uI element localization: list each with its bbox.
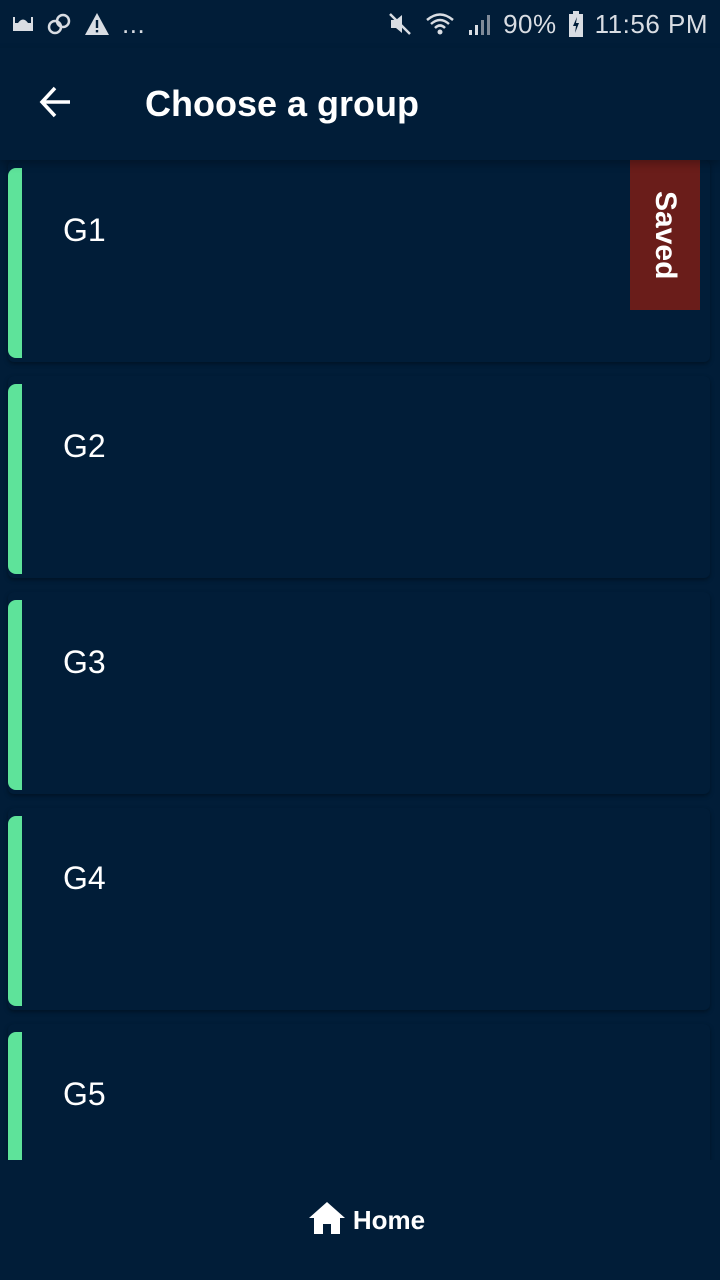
group-list: G1 Saved G2 G3 G4 G5 [0,160,720,1160]
page-title: Choose a group [145,83,420,124]
group-card-g3[interactable]: G3 [8,592,710,794]
group-label: G5 [63,1076,106,1112]
mute-icon [387,11,413,37]
status-right: 90% 11:56 PM [387,9,708,40]
arrow-left-icon [38,84,74,125]
saved-badge-label: Saved [649,190,682,280]
screen: ... 90% 11:56 PM Choose a group G1 Saved… [0,0,720,1280]
card-accent-bar [8,600,22,790]
battery-icon [568,11,583,37]
warning-icon [84,12,110,36]
group-label: G1 [63,212,106,248]
link-icon [46,11,72,37]
mosque-icon [12,14,34,34]
group-label: G4 [63,860,106,896]
group-card-g2[interactable]: G2 [8,376,710,578]
card-accent-bar [8,1032,22,1160]
card-accent-bar [8,168,22,358]
app-bar: Choose a group [0,48,720,160]
wifi-icon [425,12,455,36]
back-button[interactable] [0,48,112,160]
card-accent-bar [8,384,22,574]
status-time: 11:56 PM [594,8,708,39]
status-left: ... [12,9,145,40]
status-bar: ... 90% 11:56 PM [0,0,720,48]
battery-percent: 90% [503,8,557,39]
bottom-nav: Home [0,1160,720,1280]
signal-icon [467,12,491,36]
home-label: Home [352,1204,426,1235]
home-button[interactable]: Home [307,1200,425,1241]
group-label: G3 [63,644,106,680]
status-more: ... [122,8,146,39]
home-icon [307,1200,347,1241]
group-label: G2 [63,428,106,464]
group-card-g5[interactable]: G5 [8,1024,710,1160]
saved-badge: Saved [630,160,700,310]
card-accent-bar [8,816,22,1006]
group-card-g1[interactable]: G1 Saved [8,160,710,362]
group-card-g4[interactable]: G4 [8,808,710,1010]
